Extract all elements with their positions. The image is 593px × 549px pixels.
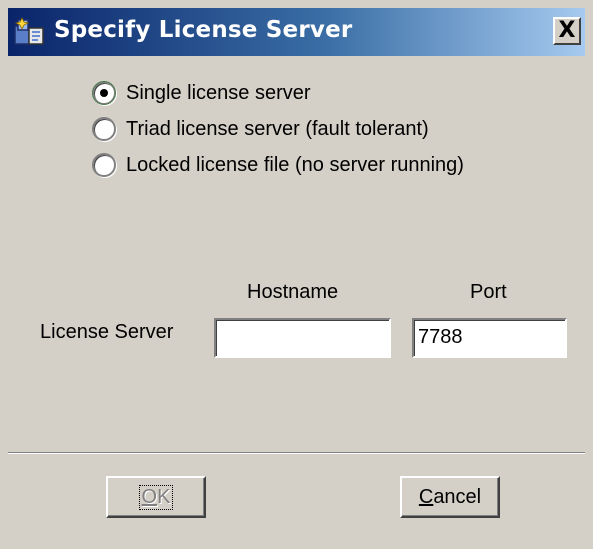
hostname-header: Hostname xyxy=(247,281,339,303)
port-header: Port xyxy=(470,281,507,303)
license-server-label: License Server xyxy=(40,321,174,343)
app-icon xyxy=(14,17,44,45)
window-title: Specify License Server xyxy=(54,17,353,43)
radio-button-single-server[interactable] xyxy=(92,81,116,105)
radio-label-single-server[interactable]: Single license server xyxy=(126,82,311,105)
close-button[interactable]: X xyxy=(553,17,581,45)
radio-button-locked-file[interactable] xyxy=(92,153,116,177)
radio-option-triad-server[interactable]: Triad license server (fault tolerant) xyxy=(92,113,429,145)
radio-option-locked-file[interactable]: Locked license file (no server running) xyxy=(92,149,464,181)
radio-label-locked-file[interactable]: Locked license file (no server running) xyxy=(126,154,464,177)
radio-label-triad-server[interactable]: Triad license server (fault tolerant) xyxy=(126,118,429,141)
hostname-input[interactable] xyxy=(214,318,391,358)
title-bar[interactable]: Specify License Server X xyxy=(8,8,585,56)
close-icon: X xyxy=(558,18,576,43)
radio-button-triad-server[interactable] xyxy=(92,117,116,141)
radio-selected-dot xyxy=(100,89,108,97)
radio-option-single-server[interactable]: Single license server xyxy=(92,77,311,109)
separator-line xyxy=(8,452,585,454)
ok-button-label: OK xyxy=(138,484,174,510)
specify-license-server-dialog: Specify License Server X Single license … xyxy=(0,0,593,549)
cancel-button-label: Cancel xyxy=(418,485,482,508)
cancel-button[interactable]: Cancel xyxy=(400,476,500,518)
port-input[interactable]: 7788 xyxy=(412,318,567,358)
ok-button[interactable]: OK xyxy=(106,476,206,518)
